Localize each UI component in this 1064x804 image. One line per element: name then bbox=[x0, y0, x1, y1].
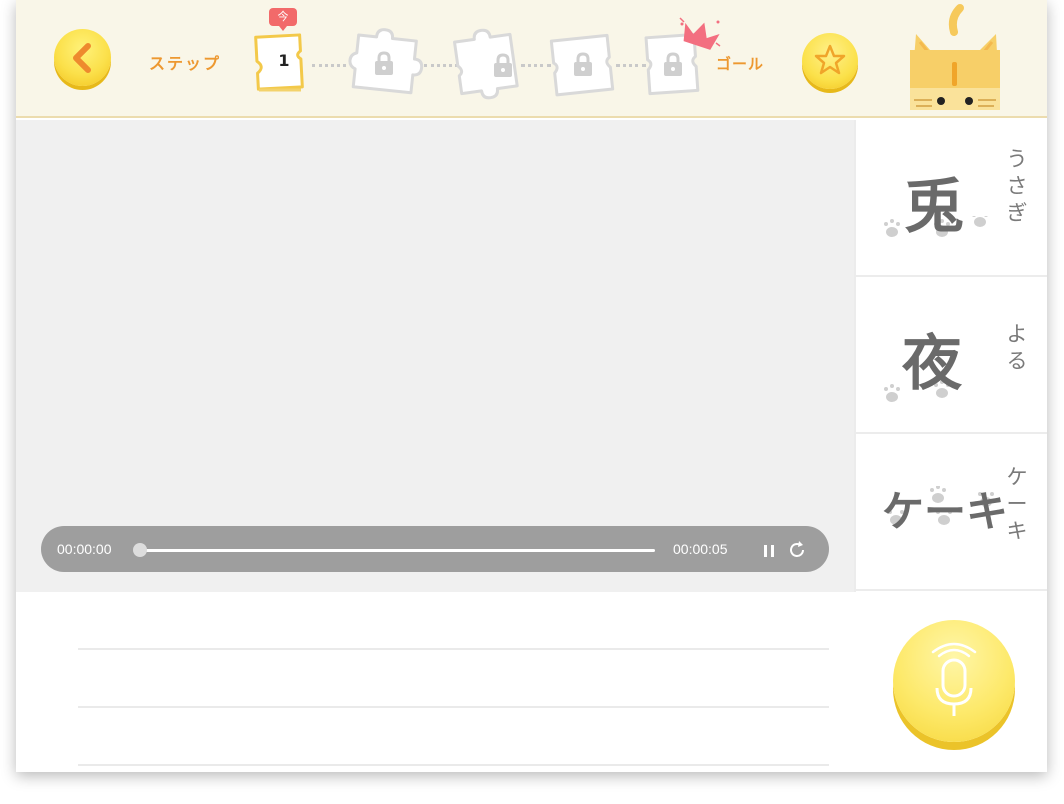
answer-area[interactable] bbox=[16, 592, 1047, 772]
word-card-list: 兎 う さ ぎ 夜 よ る ケーキ ケ ー キ bbox=[854, 120, 1047, 592]
total-time: 00:00:05 bbox=[673, 541, 728, 557]
mic-button[interactable] bbox=[893, 620, 1015, 742]
card-word: 夜 bbox=[902, 329, 962, 399]
step-piece-locked bbox=[346, 26, 426, 102]
step-label: ステップ bbox=[149, 54, 222, 73]
chevron-left-icon bbox=[73, 43, 91, 73]
now-badge: 今 bbox=[269, 8, 297, 31]
back-button[interactable] bbox=[54, 29, 111, 86]
current-time: 00:00:00 bbox=[57, 541, 112, 557]
replay-icon[interactable] bbox=[787, 540, 807, 564]
crown-icon bbox=[678, 16, 722, 58]
word-card[interactable]: 兎 う さ ぎ bbox=[856, 120, 1047, 277]
card-reading: よ る bbox=[1006, 322, 1028, 373]
ruled-line bbox=[78, 648, 829, 650]
app-frame: ステップ 今 1 ゴール 00:00:00 00:00:05 兎 う さ ぎ 夜… bbox=[16, 0, 1047, 772]
path-dots bbox=[521, 64, 551, 69]
word-card[interactable]: 夜 よ る bbox=[856, 277, 1047, 434]
step-piece-locked bbox=[450, 28, 522, 106]
ruled-line bbox=[78, 764, 829, 766]
card-word: ケーキ bbox=[882, 487, 1009, 536]
header: ステップ 今 1 ゴール bbox=[16, 0, 1047, 118]
star-button[interactable] bbox=[802, 33, 858, 89]
player-controls: 00:00:00 00:00:05 bbox=[41, 526, 829, 572]
goal-label: ゴール bbox=[716, 55, 765, 73]
video-player[interactable]: 00:00:00 00:00:05 bbox=[16, 120, 854, 592]
cat-icon bbox=[898, 4, 1012, 120]
current-step-number: 1 bbox=[278, 51, 290, 70]
seek-bar[interactable] bbox=[139, 549, 655, 552]
ruled-line bbox=[78, 706, 829, 708]
step-piece-locked bbox=[548, 30, 618, 104]
card-reading: う さ ぎ bbox=[1006, 147, 1028, 225]
star-icon bbox=[814, 44, 846, 75]
card-word: 兎 bbox=[904, 172, 964, 242]
seek-handle[interactable] bbox=[133, 543, 147, 557]
microphone-icon bbox=[931, 642, 977, 716]
pause-icon[interactable] bbox=[763, 543, 775, 562]
path-dots bbox=[312, 64, 346, 69]
word-card[interactable]: ケーキ ケ ー キ bbox=[856, 434, 1047, 591]
card-reading: ケ ー キ bbox=[1006, 465, 1028, 543]
